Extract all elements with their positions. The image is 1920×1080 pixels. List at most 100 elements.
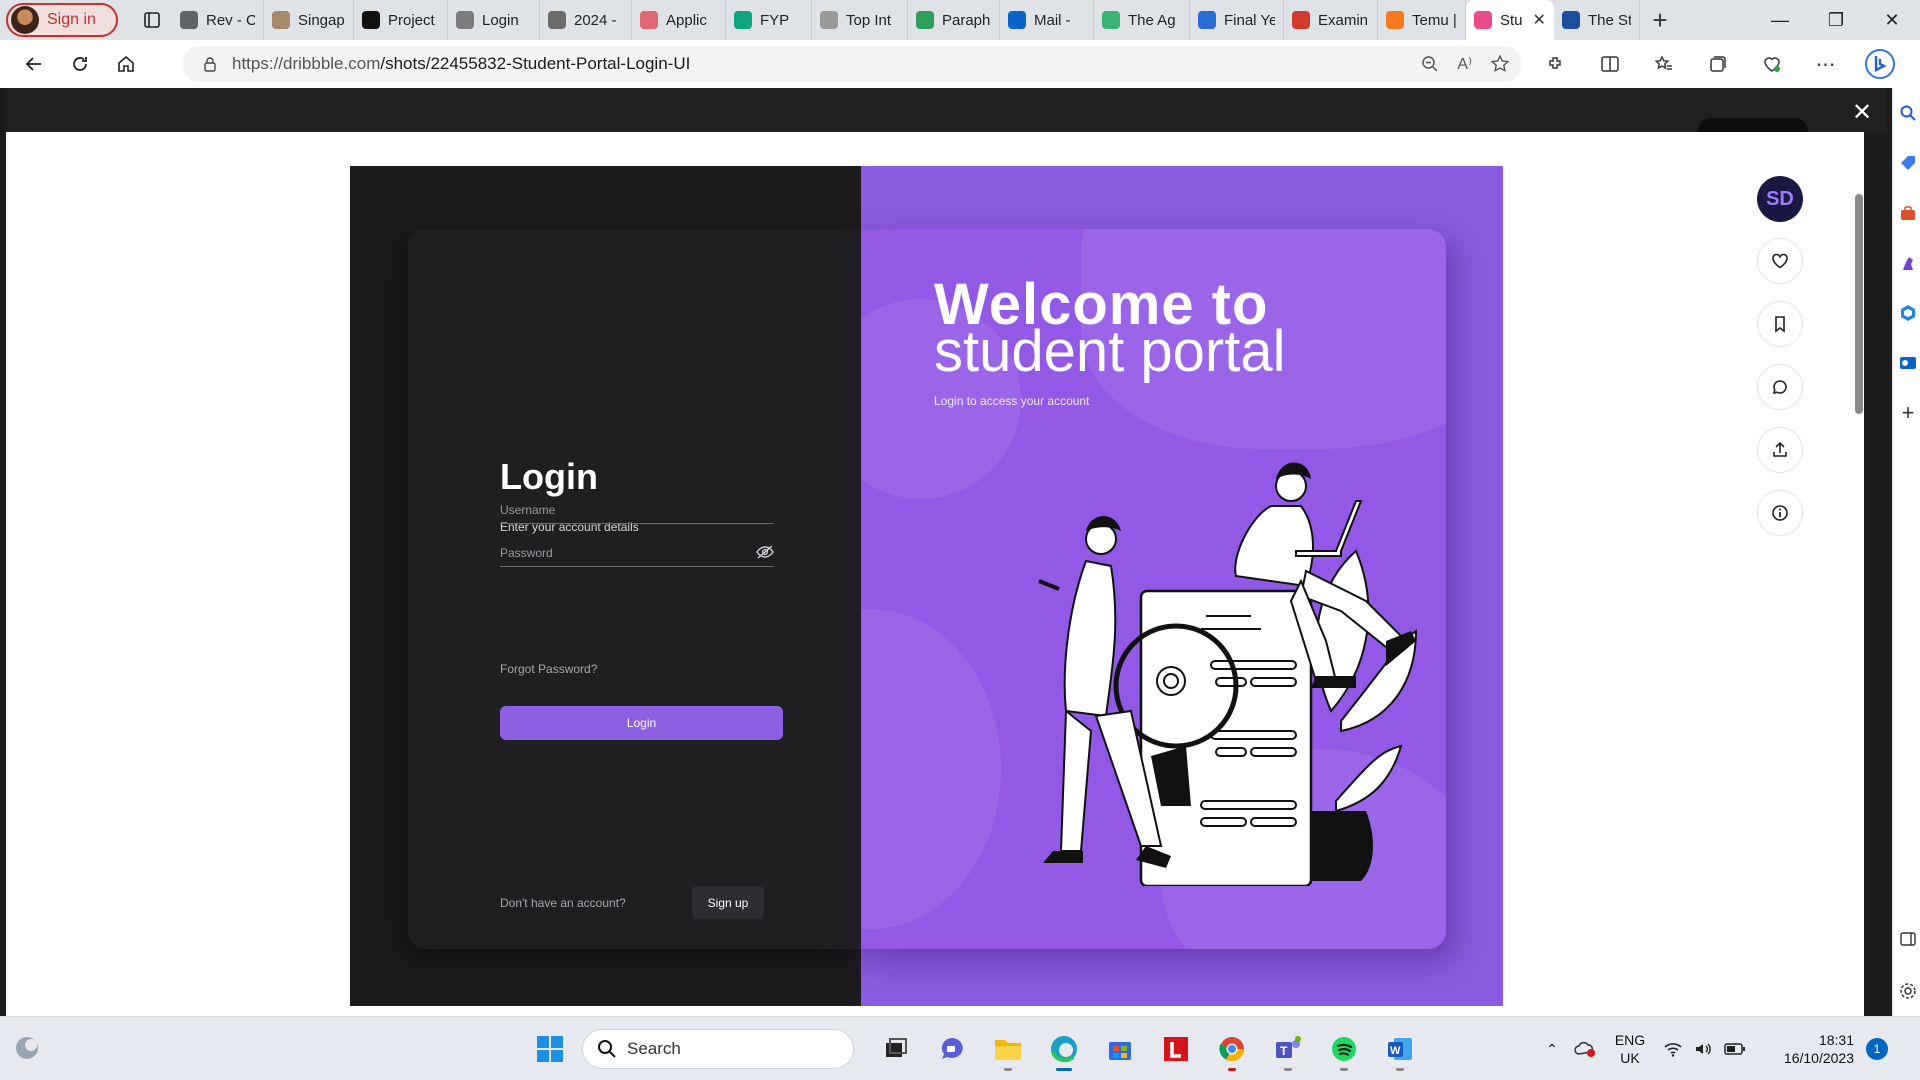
- file-explorer-button[interactable]: [984, 1025, 1032, 1073]
- scroll-thumb[interactable]: [1855, 194, 1863, 414]
- clock[interactable]: 18:31 16/10/2023: [1758, 1031, 1854, 1067]
- tab-favicon-icon: [1386, 11, 1404, 29]
- start-button[interactable]: [526, 1025, 574, 1073]
- browser-tab[interactable]: Top Int: [812, 0, 908, 40]
- browser-essentials-icon[interactable]: [1752, 44, 1792, 84]
- tab-strip: Sign in Rev - C Singap Project Login 2024 - A…: [0, 0, 1920, 40]
- password-field[interactable]: [500, 531, 774, 567]
- navigation-bar: https://dribbble.com/shots/22455832-Stud…: [0, 40, 1920, 88]
- outlook-icon[interactable]: [1897, 352, 1919, 374]
- tab-favicon-icon: [456, 11, 474, 29]
- lastpass-button[interactable]: [1152, 1025, 1200, 1073]
- designer-avatar[interactable]: SD: [1757, 176, 1803, 222]
- read-aloud-icon[interactable]: A⁾: [1457, 54, 1472, 74]
- sidebar-toggle-icon[interactable]: [1897, 928, 1919, 950]
- browser-tab[interactable]: Stu ✕: [1466, 0, 1554, 40]
- meet-chat-button[interactable]: [928, 1025, 976, 1073]
- settings-gear-icon[interactable]: [1897, 980, 1919, 1002]
- tab-label: Mail -: [1034, 11, 1071, 29]
- minimize-button[interactable]: —: [1752, 0, 1808, 40]
- browser-tab[interactable]: Applic: [632, 0, 726, 40]
- games-icon[interactable]: [1897, 252, 1919, 274]
- bookmark-icon: [1775, 316, 1785, 333]
- add-icon[interactable]: +: [1897, 400, 1919, 425]
- like-button[interactable]: [1757, 238, 1803, 284]
- chevron-up-icon[interactable]: ⌃: [1542, 1041, 1562, 1058]
- home-button[interactable]: [104, 46, 148, 82]
- close-tab-icon[interactable]: ✕: [1533, 10, 1546, 30]
- browser-tab[interactable]: Temu |: [1378, 0, 1466, 40]
- browser-tab[interactable]: Login: [448, 0, 540, 40]
- split-screen-icon[interactable]: [1590, 44, 1630, 84]
- profile-button[interactable]: Sign in: [6, 3, 118, 37]
- password-input[interactable]: [500, 531, 774, 566]
- edge-button[interactable]: [1040, 1025, 1088, 1073]
- info-button[interactable]: [1757, 490, 1803, 536]
- tools-icon[interactable]: [1897, 202, 1919, 224]
- browser-tab[interactable]: Examin: [1284, 0, 1378, 40]
- shot-image: Login Enter your account details Forgot …: [350, 166, 1503, 1006]
- share-icon: [1773, 441, 1787, 457]
- language-indicator[interactable]: ENG UK: [1608, 1031, 1652, 1067]
- new-tab-button[interactable]: +: [1640, 5, 1680, 36]
- share-button[interactable]: [1757, 427, 1803, 473]
- browser-tab[interactable]: Project: [354, 0, 448, 40]
- shopping-tag-icon[interactable]: [1897, 152, 1919, 174]
- back-button[interactable]: [12, 46, 56, 82]
- taskbar-search[interactable]: Search: [582, 1029, 854, 1069]
- username-field[interactable]: [500, 488, 774, 524]
- save-button[interactable]: [1757, 301, 1803, 347]
- vertical-scrollbar[interactable]: [1852, 132, 1864, 1016]
- browser-tab[interactable]: The Ag: [1094, 0, 1190, 40]
- browser-tab[interactable]: 2024 -: [540, 0, 632, 40]
- extensions-icon[interactable]: [1536, 44, 1576, 84]
- login-button[interactable]: Login: [500, 706, 783, 740]
- favorite-star-icon[interactable]: [1490, 54, 1510, 74]
- more-options-icon[interactable]: ⋯: [1806, 44, 1846, 84]
- word-button[interactable]: W: [1376, 1025, 1424, 1073]
- spotify-button[interactable]: [1320, 1025, 1368, 1073]
- comment-button[interactable]: [1757, 364, 1803, 410]
- volume-icon[interactable]: [1694, 1041, 1712, 1057]
- refresh-button[interactable]: [58, 46, 102, 82]
- office-icon[interactable]: [1897, 302, 1919, 324]
- tab-label: Paraph: [942, 11, 991, 29]
- browser-tab[interactable]: Rev - C: [172, 0, 264, 40]
- chat-icon: [941, 1038, 963, 1059]
- store-button[interactable]: [1096, 1025, 1144, 1073]
- teams-button[interactable]: T: [1264, 1025, 1312, 1073]
- store-icon: [1109, 1042, 1131, 1060]
- browser-tab[interactable]: Paraph: [908, 0, 1000, 40]
- browser-tab[interactable]: FYP: [726, 0, 812, 40]
- zoom-out-icon[interactable]: [1421, 55, 1439, 73]
- tab-label: FYP: [760, 11, 790, 29]
- browser-tab[interactable]: The St: [1554, 0, 1640, 40]
- chrome-button[interactable]: [1208, 1025, 1256, 1073]
- task-view-button[interactable]: [872, 1025, 920, 1073]
- notification-badge[interactable]: 1: [1866, 1038, 1888, 1060]
- address-bar[interactable]: https://dribbble.com/shots/22455832-Stud…: [182, 46, 1522, 82]
- browser-tab[interactable]: Final Ye: [1190, 0, 1284, 40]
- search-icon[interactable]: [1897, 102, 1919, 124]
- wifi-icon[interactable]: [1664, 1041, 1682, 1057]
- favorites-icon[interactable]: [1644, 44, 1684, 84]
- tab-favicon-icon: [272, 11, 290, 29]
- onedrive-icon[interactable]: [1574, 1040, 1596, 1058]
- tab-label: Stu: [1500, 11, 1523, 29]
- restore-button[interactable]: ❐: [1808, 0, 1864, 40]
- hide-password-icon[interactable]: [756, 545, 774, 559]
- browser-tab[interactable]: Singap: [264, 0, 354, 40]
- browser-tab[interactable]: Mail -: [1000, 0, 1094, 40]
- forgot-password-link[interactable]: Forgot Password?: [500, 662, 597, 676]
- tab-actions-icon[interactable]: [132, 4, 172, 36]
- weather-widget-icon[interactable]: [12, 1033, 42, 1063]
- welcome-heading-line2: student portal: [934, 319, 1286, 384]
- username-input[interactable]: [500, 488, 774, 523]
- signup-button[interactable]: Sign up: [692, 886, 764, 919]
- collections-icon[interactable]: [1698, 44, 1738, 84]
- battery-icon[interactable]: [1724, 1042, 1746, 1056]
- close-window-button[interactable]: ✕: [1864, 0, 1920, 40]
- bing-copilot-icon[interactable]: [1860, 44, 1900, 84]
- tab-label: The Ag: [1128, 11, 1176, 29]
- close-modal-button[interactable]: ✕: [1848, 98, 1876, 126]
